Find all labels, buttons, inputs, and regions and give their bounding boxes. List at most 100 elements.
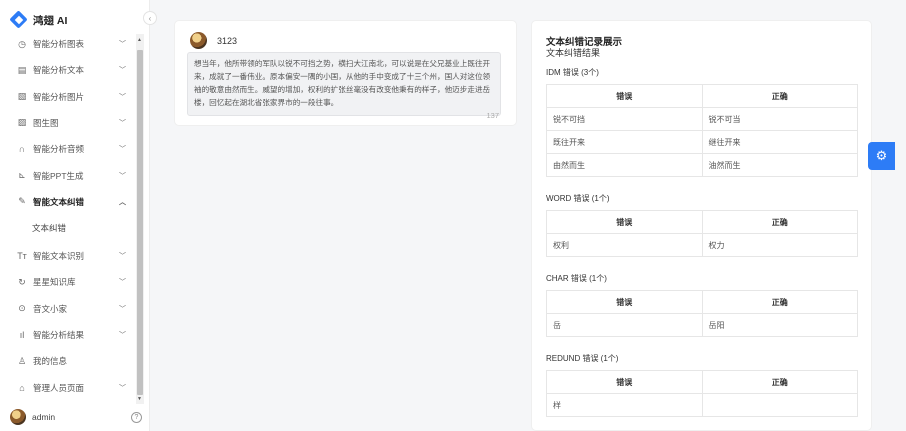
table-row: 由然而生 油然而生 [546,153,858,177]
section-title: REDUND 错误 (1个) [546,354,619,363]
section-title: IDM 错误 (3个) [546,68,599,77]
column-header: 正确 [701,370,858,394]
help-icon[interactable]: ? [131,411,142,423]
column-header: 正确 [701,84,858,108]
chevron-down-icon: ﹀ [119,332,126,339]
chevron-down-icon: ﹀ [119,305,126,313]
error-table: 错误 正确岳岳阳 [546,290,858,337]
play-circle-icon: ⊙ [18,303,26,314]
wrong-cell: 既往开来 [546,130,703,154]
sidebar-item-label: 智能文本纠错 [33,196,85,207]
font-icon: Tт [17,251,27,262]
picture-icon: ▨ [17,117,27,128]
sidebar-item-label: 智能文本识别 [33,251,85,262]
user-icon: ♙ [17,355,27,366]
sidebar-item-7[interactable]: ✎ 智能文本纠错 ︿ [0,192,136,212]
sidebar-item-8[interactable]: Tт 智能文本识别 ﹀ [0,246,136,266]
correct-cell: 油然而生 [701,153,858,177]
character-count: 137 [486,111,499,120]
table-row: 岳岳阳 [546,313,858,337]
table-header-row: 错误 正确 [546,84,858,108]
sidebar-item-3[interactable]: ▧ 智能分析图片 ﹀ [0,87,136,107]
table-row: 样 [546,393,858,417]
sidebar-menu: ◷ 智能分析图表 ﹀ ▤ 智能分析文本 ﹀ ▧ 智能分析图片 ﹀ ▨ 图生图 ﹀ ∩ 智能分析音频 ﹀ ⊾ 智能… [0,32,136,402]
error-table: 错误 正确样 [546,370,858,417]
sidebar-item-label: 星星知识库 [33,277,76,288]
results-panel: 文本纠错记录展示 文本纠错结果 IDM 错误 (3个) 错误 正确 锐不可挡 锐不可当既… [531,20,872,431]
chevron-up-icon: ︿ [119,198,126,206]
sidebar-item-label: 智能分析图表 [33,39,85,49]
column-header: 错误 [546,290,703,314]
table-header-row: 错误 正确 [546,370,858,394]
edit-icon: ✎ [18,196,26,207]
chevron-down-icon: ﹀ [119,384,126,392]
chevron-down-icon: ﹀ [119,253,126,261]
history-icon: ↻ [18,276,26,287]
wrong-cell: 由然而生 [546,153,703,177]
message-header: 3123 [190,32,237,49]
sidebar-item-label: 智能PPT生成 [33,170,84,181]
sidebar-item-label: 智能分析图片 [33,91,85,102]
sidebar-scroll-thumb[interactable] [137,50,143,395]
sidebar-item-1[interactable]: ◷ 智能分析图表 ﹀ [0,34,136,54]
chevron-down-icon: ﹀ [119,172,126,180]
sidebar-item-label: 我的信息 [33,356,68,367]
sidebar-item-label: 智能分析结果 [33,330,85,340]
chevron-down-icon: ﹀ [119,119,126,127]
chevron-down-icon: ﹀ [119,93,126,101]
scroll-up-icon[interactable]: ▲ [137,37,142,43]
column-header: 正确 [701,290,858,314]
user-name[interactable]: admin [32,412,55,422]
sidebar-item-2[interactable]: ▤ 智能分析文本 ﹀ [0,60,136,80]
collapse-sidebar-button[interactable]: ‹ [143,11,157,25]
table-row: 锐不可挡 锐不可当 [546,107,858,131]
sidebar-item-4[interactable]: ▨ 图生图 ﹀ [0,113,136,133]
app-title: 鸿翅 AI [33,14,68,27]
sidebar-item-9[interactable]: ↻ 星星知识库 ﹀ [0,272,136,292]
results-subtitle: 文本纠错结果 [546,48,601,58]
sidebar-item-5[interactable]: ∩ 智能分析音频 ﹀ [0,139,136,159]
gear-icon: ⚙ [875,148,888,163]
logo-icon [9,10,28,29]
table-header-row: 错误 正确 [546,290,858,314]
user-bar[interactable]: admin ? [0,403,150,431]
column-header: 错误 [546,370,703,394]
chart-icon: ◷ [18,38,26,49]
bar-chart-icon: ıl [19,330,25,340]
sidebar-scrollbar[interactable]: ▲ ▼ [136,34,144,404]
image-icon: ▧ [17,91,27,102]
error-table: 错误 正确 锐不可挡 锐不可当 既往开来 继往开来 由然而生 油然而生 [546,84,858,177]
submenu-item-text-correction[interactable]: 文本纠错 [0,218,136,238]
chevron-down-icon: ﹀ [119,146,126,154]
avatar[interactable] [10,409,26,425]
sidebar-item-12[interactable]: ♙ 我的信息 [0,351,136,371]
wrong-cell: 岳 [546,313,703,337]
error-table: 错误 正确 权利 权力 [546,210,858,257]
sidebar-item-label: 智能分析音频 [33,144,85,155]
section-title: CHAR 错误 (1个) [546,274,607,283]
scroll-down-icon[interactable]: ▼ [137,396,142,402]
sidebar-item-6[interactable]: ⊾ 智能PPT生成 ﹀ [0,166,136,186]
column-header: 正确 [701,210,858,234]
sidebar-item-10[interactable]: ⊙ 音文小家 ﹀ [0,299,136,319]
sidebar-item-13[interactable]: ⌂ 管理人员页面 ﹀ [0,378,136,398]
sidebar: 鸿翅 AI ◷ 智能分析图表 ﹀ ▤ 智能分析文本 ﹀ ▧ 智能分析图片 ﹀ ▨ 图生图 ﹀ ∩ 智能分析… [0,0,150,431]
correct-cell: 权力 [701,233,858,257]
message-text[interactable]: 想当年，他所带领的军队以锐不可挡之势，横扫大江南北，可以说是在父兄基业上既往开来… [187,52,501,116]
sidebar-item-label: 图生图 [33,117,59,128]
message-card: 3123 想当年，他所带领的军队以锐不可挡之势，横扫大江南北，可以说是在父兄基业… [174,20,517,126]
settings-button[interactable]: ⚙ [868,142,895,170]
chevron-down-icon: ﹀ [119,67,126,75]
sidebar-item-11[interactable]: ıl 智能分析结果 ﹀ [0,325,136,345]
text-doc-icon: ▤ [17,64,27,75]
message-user: 3123 [217,35,238,46]
sidebar-item-label: 智能分析文本 [33,65,85,76]
admin-icon: ⌂ [19,382,25,393]
section-title: WORD 错误 (1个) [546,194,610,203]
app-logo[interactable]: 鸿翅 AI [9,9,68,31]
correct-cell: 继往开来 [701,130,858,154]
wrong-cell: 样 [546,393,703,417]
sidebar-item-label: 管理人员页面 [33,382,85,393]
chevron-down-icon: ﹀ [119,279,126,287]
correct-cell [701,393,858,417]
